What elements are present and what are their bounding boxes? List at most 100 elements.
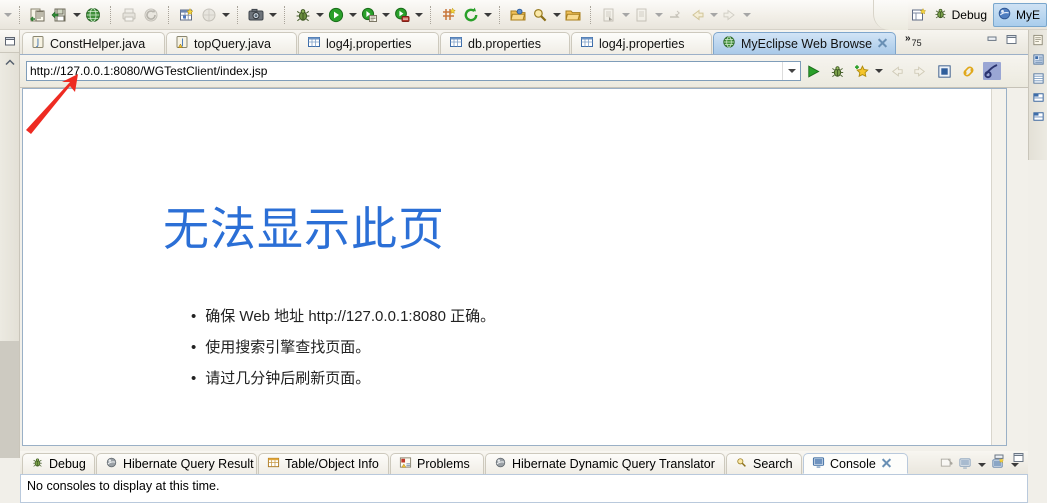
- toolbar-group-web: [174, 3, 233, 27]
- editor-tab-4[interactable]: log4j.properties: [571, 32, 712, 54]
- perspective-debug[interactable]: Debug: [930, 4, 993, 26]
- url-history-dropdown[interactable]: [782, 62, 800, 80]
- bottom-tab-search[interactable]: Search: [726, 453, 802, 474]
- save-dropdown[interactable]: [71, 4, 82, 26]
- toolbar-group-entity: [436, 3, 495, 27]
- bottom-tab-label: Debug: [49, 457, 86, 471]
- bottom-tab-hibernate-query-result[interactable]: Hibernate Query Result: [96, 453, 257, 474]
- save-icon[interactable]: [49, 4, 71, 26]
- bottom-tab-problems[interactable]: Problems: [390, 453, 484, 474]
- close-icon[interactable]: [877, 38, 888, 49]
- table-grid-icon: [267, 456, 280, 472]
- magnifier-icon[interactable]: [529, 4, 551, 26]
- page-bullet-list: • 确保 Web 地址 http://127.0.0.1:8080 正确。 • …: [191, 301, 495, 394]
- package-explorer-icon[interactable]: [1032, 53, 1045, 69]
- url-bar[interactable]: [26, 61, 801, 81]
- editor-tab-5[interactable]: MyEclipse Web Browse: [713, 32, 896, 54]
- editor-tab-1[interactable]: J topQuery.java: [166, 32, 297, 54]
- properties-file-icon: [449, 35, 463, 52]
- bottom-tab-console[interactable]: Console: [803, 453, 908, 474]
- outline-view-icon[interactable]: [1032, 34, 1045, 50]
- printer-icon: [118, 4, 140, 26]
- properties-view-icon[interactable]: [1032, 72, 1045, 88]
- browser-settings-button[interactable]: [980, 59, 1004, 83]
- close-icon[interactable]: [881, 458, 892, 469]
- run-server-dropdown[interactable]: [413, 4, 424, 26]
- folder-icon[interactable]: [562, 4, 584, 26]
- editor-tab-2[interactable]: log4j.properties: [298, 32, 439, 54]
- left-bar-chevron[interactable]: [0, 53, 19, 73]
- editor-tab-3[interactable]: db.properties: [440, 32, 570, 54]
- refresh-green-icon[interactable]: [460, 4, 482, 26]
- bottom-tab-label: Hibernate Query Result: [123, 457, 254, 471]
- debug-dropdown[interactable]: [314, 4, 325, 26]
- hibernate-icon: [494, 456, 507, 472]
- main-toolbar: Debug MyE: [0, 0, 1047, 30]
- servers-view-icon[interactable]: [1032, 110, 1045, 126]
- bottom-tab-table-object-info[interactable]: Table/Object Info: [258, 453, 389, 474]
- snapshot-dropdown[interactable]: [267, 4, 278, 26]
- chevron-up-icon: [4, 59, 15, 66]
- sync-dropdown[interactable]: [482, 4, 493, 26]
- open-perspective-icon[interactable]: [908, 4, 930, 26]
- favorites-button[interactable]: [849, 59, 873, 83]
- bullet-icon: •: [191, 370, 197, 387]
- page-title: 无法显示此页: [163, 203, 445, 255]
- new-wizard-icon[interactable]: [27, 4, 49, 26]
- bottom-tab-hibernate-dynamic-query-translator[interactable]: Hibernate Dynamic Query Translator: [485, 453, 725, 474]
- page-vertical-scrollbar[interactable]: [991, 89, 1006, 445]
- run-history-dropdown[interactable]: [380, 4, 391, 26]
- toolbar-separator: [499, 5, 501, 24]
- last-edit-icon: [664, 4, 686, 26]
- bottom-tab-debug[interactable]: Debug: [22, 453, 95, 474]
- globe-icon[interactable]: [82, 4, 104, 26]
- back-dropdown: [708, 4, 719, 26]
- display-selected-console-button[interactable]: [958, 457, 972, 473]
- run-play-icon[interactable]: [325, 4, 347, 26]
- editor-tab-label: ConstHelper.java: [50, 36, 146, 51]
- browser-page-canvas: 无法显示此页 • 确保 Web 地址 http://127.0.0.1:8080…: [22, 88, 1007, 446]
- editor-tab-overflow[interactable]: » 75: [905, 33, 922, 48]
- toolbar-separator: [590, 5, 592, 24]
- display-selected-console-dropdown[interactable]: [976, 454, 987, 476]
- bottom-tab-label: Search: [753, 457, 793, 471]
- grid-new-icon[interactable]: [438, 4, 460, 26]
- perspective-bar: Debug MyE: [872, 0, 1047, 30]
- maximize-panel-button[interactable]: [1012, 452, 1025, 463]
- camera-icon[interactable]: [245, 4, 267, 26]
- run-dropdown[interactable]: [347, 4, 358, 26]
- java-file-icon: J: [31, 35, 45, 52]
- next-annotation-dropdown: [620, 4, 631, 26]
- search-dropdown[interactable]: [551, 4, 562, 26]
- url-input[interactable]: [27, 62, 782, 80]
- links-button[interactable]: [956, 59, 980, 83]
- debug-perspective-icon: [933, 6, 948, 24]
- console-message: No consoles to display at this time.: [20, 475, 1028, 503]
- minimize-panel-button[interactable]: [993, 452, 1006, 463]
- bottom-tab-label: Problems: [417, 457, 470, 471]
- bug-icon[interactable]: [292, 4, 314, 26]
- minimize-editor-button[interactable]: [986, 34, 999, 45]
- run-server-icon[interactable]: [391, 4, 413, 26]
- toolbar-dropdown-leading[interactable]: [2, 4, 13, 26]
- pin-console-button[interactable]: [940, 457, 954, 473]
- table-new-icon[interactable]: [176, 4, 198, 26]
- favorites-dropdown[interactable]: [873, 60, 884, 82]
- folder-open-icon[interactable]: [507, 4, 529, 26]
- web-app-dropdown[interactable]: [220, 4, 231, 26]
- debug-button[interactable]: [825, 59, 849, 83]
- editor-tab-label: db.properties: [468, 36, 541, 51]
- toolbar-separator: [237, 5, 239, 24]
- stop-button[interactable]: [932, 59, 956, 83]
- maximize-editor-button[interactable]: [1005, 34, 1018, 45]
- perspective-myeclipse[interactable]: MyE: [993, 3, 1047, 27]
- go-button[interactable]: [801, 59, 825, 83]
- editor-tab-0[interactable]: J ConstHelper.java: [22, 32, 165, 54]
- bottom-tab-bar: Debug Hibernate Query Result Table/Objec…: [20, 451, 1028, 475]
- db-browser-icon[interactable]: [1032, 91, 1045, 107]
- maximize-icon: [1006, 35, 1017, 44]
- run-clock-icon[interactable]: [358, 4, 380, 26]
- list-item-label: 确保 Web 地址 http://127.0.0.1:8080 正确。: [205, 308, 496, 325]
- forward-button: [908, 59, 932, 83]
- restore-view-button[interactable]: [0, 30, 19, 53]
